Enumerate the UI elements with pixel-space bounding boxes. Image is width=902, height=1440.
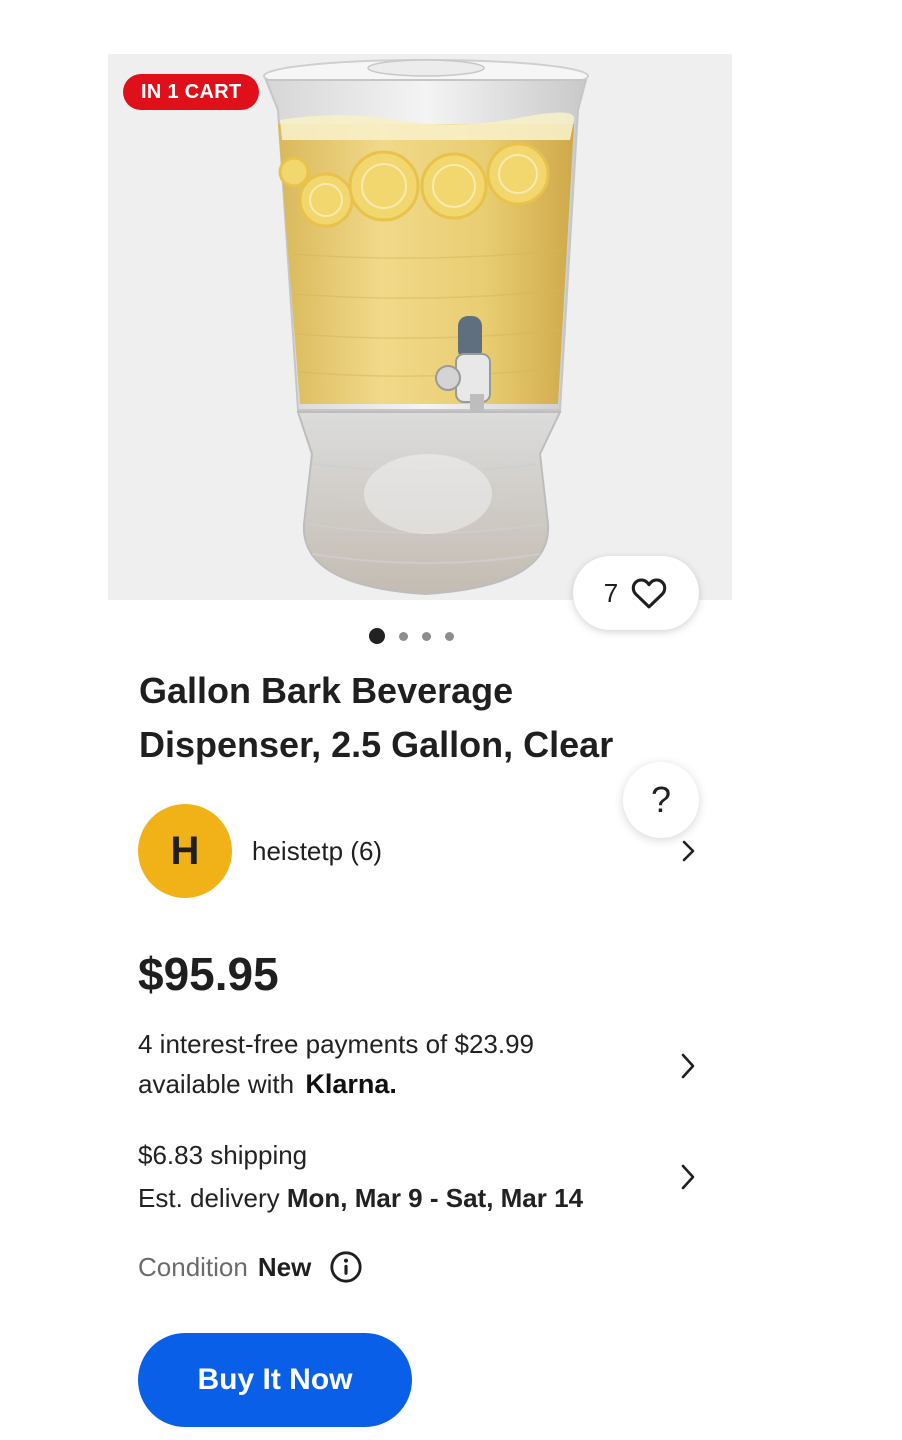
- shipping-row[interactable]: $6.83 shipping Est. delivery Mon, Mar 9 …: [138, 1134, 704, 1220]
- seller-name: heistetp (6): [252, 835, 383, 866]
- pager-dot[interactable]: [445, 631, 454, 641]
- shipping-cost: $6.83 shipping: [138, 1140, 308, 1170]
- klarna-availability: available with Klarna.: [138, 1064, 704, 1104]
- buy-it-now-button[interactable]: Buy It Now: [138, 1333, 412, 1427]
- condition-value: New: [257, 1251, 312, 1282]
- seller-row[interactable]: H heistetp (6): [138, 804, 704, 898]
- delivery-label: Est. delivery: [138, 1183, 280, 1213]
- heart-outline-icon: [631, 578, 667, 609]
- estimated-delivery: Est. delivery Mon, Mar 9 - Sat, Mar 14: [138, 1177, 704, 1220]
- pager-dot[interactable]: [422, 631, 431, 641]
- watch-button[interactable]: 7: [573, 556, 699, 630]
- condition-label: Condition: [138, 1251, 248, 1282]
- condition-row: Condition New: [138, 1247, 363, 1287]
- klarna-prefix: available with: [138, 1069, 295, 1099]
- delivery-range: Mon, Mar 9 - Sat, Mar 14: [286, 1183, 584, 1213]
- klarna-payment-row[interactable]: 4 interest-free payments of $23.99 avail…: [138, 1024, 704, 1108]
- chevron-right-icon: [682, 840, 695, 862]
- watch-count: 7: [603, 577, 619, 608]
- product-image[interactable]: [108, 54, 732, 600]
- image-pager[interactable]: [369, 628, 454, 644]
- beverage-dispenser-image: [263, 59, 589, 596]
- info-circle-icon[interactable]: [329, 1250, 363, 1284]
- seller-avatar: H: [138, 804, 232, 898]
- klarna-logo: Klarna.: [305, 1069, 397, 1099]
- pager-dot[interactable]: [399, 631, 408, 641]
- installment-text: 4 interest-free payments of $23.99: [138, 1029, 535, 1059]
- product-title: Gallon Bark Beverage Dispenser, 2.5 Gall…: [139, 670, 614, 765]
- chevron-right-icon: [681, 1164, 695, 1190]
- price: $95.95: [138, 948, 279, 1000]
- in-cart-badge: IN 1 CART: [123, 74, 260, 110]
- chevron-right-icon: [681, 1053, 695, 1079]
- pager-dot-active[interactable]: [369, 628, 385, 644]
